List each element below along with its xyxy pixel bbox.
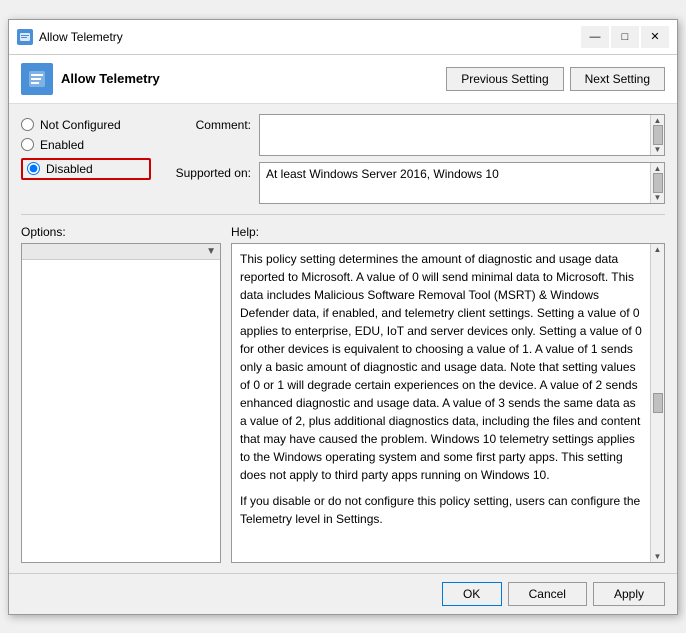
title-bar: Allow Telemetry — □ ✕ xyxy=(9,20,677,55)
supported-scroll-up[interactable]: ▲ xyxy=(654,164,662,173)
help-scroll-thumb[interactable] xyxy=(653,393,663,413)
options-dropdown[interactable]: ▼ xyxy=(22,244,220,260)
supported-scroll-down[interactable]: ▼ xyxy=(654,193,662,202)
title-bar-left: Allow Telemetry xyxy=(17,29,123,45)
comment-textarea[interactable] xyxy=(260,115,650,155)
supported-scroll-thumb[interactable] xyxy=(653,173,663,193)
maximize-button[interactable]: □ xyxy=(611,26,639,48)
divider xyxy=(21,214,665,215)
apply-button[interactable]: Apply xyxy=(593,582,665,606)
disabled-radio[interactable] xyxy=(27,162,40,175)
header-title: Allow Telemetry xyxy=(61,71,160,86)
supported-label: Supported on: xyxy=(161,162,251,180)
enabled-radio[interactable] xyxy=(21,138,34,151)
help-scroll-up[interactable]: ▲ xyxy=(654,245,662,254)
content-header: Allow Telemetry Previous Setting Next Se… xyxy=(9,55,677,104)
minimize-button[interactable]: — xyxy=(581,26,609,48)
radio-disabled[interactable]: Disabled xyxy=(21,158,151,180)
help-scroll-down[interactable]: ▼ xyxy=(654,552,662,561)
help-panel: Help: This policy setting determines the… xyxy=(231,225,665,563)
not-configured-radio[interactable] xyxy=(21,118,34,131)
header-buttons: Previous Setting Next Setting xyxy=(446,67,665,91)
options-box: ▼ xyxy=(21,243,221,563)
top-section: Not Configured Enabled Disabled Comment: xyxy=(21,114,665,204)
radio-enabled[interactable]: Enabled xyxy=(21,138,151,152)
comment-textarea-wrapper: ▲ ▼ xyxy=(259,114,665,156)
previous-setting-button[interactable]: Previous Setting xyxy=(446,67,563,91)
options-help-section: Options: ▼ Help: This policy setting det… xyxy=(21,225,665,563)
supported-wrapper: At least Windows Server 2016, Windows 10… xyxy=(259,162,665,204)
radio-not-configured[interactable]: Not Configured xyxy=(21,118,151,132)
not-configured-label: Not Configured xyxy=(40,118,121,132)
help-label: Help: xyxy=(231,225,665,239)
help-text-content: This policy setting determines the amoun… xyxy=(232,244,650,562)
cancel-button[interactable]: Cancel xyxy=(508,582,587,606)
supported-text: At least Windows Server 2016, Windows 10 xyxy=(260,163,650,203)
main-window: Allow Telemetry — □ ✕ Allow Telemetry Pr… xyxy=(8,19,678,615)
scroll-up-arrow[interactable]: ▲ xyxy=(654,116,662,125)
dropdown-arrow-icon: ▼ xyxy=(206,246,216,257)
policy-icon xyxy=(21,63,53,95)
help-paragraph-2: If you disable or do not configure this … xyxy=(240,492,642,528)
header-left: Allow Telemetry xyxy=(21,63,160,95)
scroll-down-arrow[interactable]: ▼ xyxy=(654,145,662,154)
supported-row: Supported on: At least Windows Server 20… xyxy=(161,162,665,204)
comment-label: Comment: xyxy=(161,114,251,132)
options-label: Options: xyxy=(21,225,221,239)
close-button[interactable]: ✕ xyxy=(641,26,669,48)
supported-scrollbar[interactable]: ▲ ▼ xyxy=(650,163,664,203)
help-scrollbar[interactable]: ▲ ▼ xyxy=(650,244,664,562)
radio-group: Not Configured Enabled Disabled xyxy=(21,114,151,204)
footer: OK Cancel Apply xyxy=(9,573,677,614)
next-setting-button[interactable]: Next Setting xyxy=(570,67,665,91)
window-title: Allow Telemetry xyxy=(39,30,123,44)
comment-supported: Comment: ▲ ▼ Supported on: At least Wind… xyxy=(161,114,665,204)
main-content: Not Configured Enabled Disabled Comment: xyxy=(9,104,677,573)
title-controls: — □ ✕ xyxy=(581,26,669,48)
help-box: This policy setting determines the amoun… xyxy=(231,243,665,563)
help-paragraph-1: This policy setting determines the amoun… xyxy=(240,250,642,484)
window-icon xyxy=(17,29,33,45)
scroll-thumb[interactable] xyxy=(653,125,663,145)
options-panel: Options: ▼ xyxy=(21,225,221,563)
disabled-label: Disabled xyxy=(46,162,93,176)
ok-button[interactable]: OK xyxy=(442,582,502,606)
enabled-label: Enabled xyxy=(40,138,84,152)
comment-row: Comment: ▲ ▼ xyxy=(161,114,665,156)
comment-scrollbar[interactable]: ▲ ▼ xyxy=(650,115,664,155)
